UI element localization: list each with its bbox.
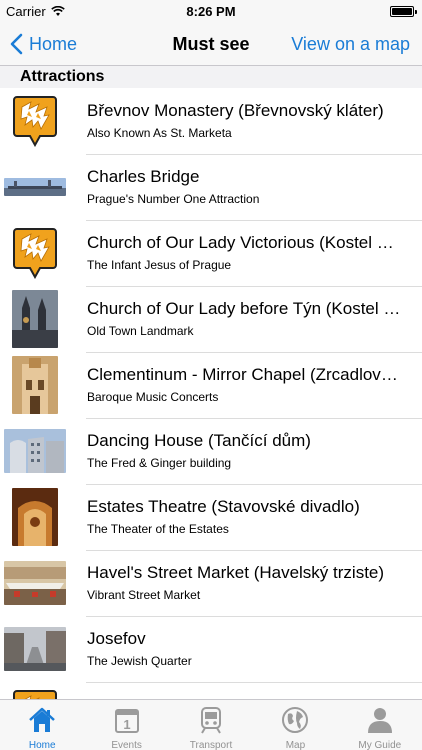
back-label: Home: [29, 33, 78, 54]
tab-my-guide[interactable]: My Guide: [338, 700, 422, 750]
tab-label: Map: [285, 740, 306, 750]
item-title: Havel's Street Market (Havelský trziste): [87, 563, 385, 582]
tab-label: Home: [28, 740, 56, 750]
list-item[interactable]: Dancing House (Tančící dům) The Fred & G…: [0, 418, 422, 485]
item-subtitle: Baroque Music Concerts: [87, 390, 219, 404]
list-item[interactable]: Estates Theatre (Stavovské divadlo) The …: [0, 484, 422, 551]
item-thumbnail: [4, 554, 66, 612]
dancing-house-photo: [4, 429, 66, 473]
josefov-photo: [4, 627, 66, 671]
chevron-left-icon: [10, 33, 23, 55]
guide-logo-icon: [13, 690, 57, 699]
svg-text:1: 1: [123, 717, 130, 732]
home-icon: [27, 705, 57, 738]
item-subtitle: The Theater of the Estates: [87, 522, 229, 536]
item-title: Josefov: [87, 629, 146, 648]
tab-home[interactable]: Home: [0, 700, 84, 750]
tab-transport[interactable]: Transport: [169, 700, 253, 750]
item-thumbnail: [4, 620, 66, 678]
view-on-map-button[interactable]: View on a map: [291, 22, 410, 66]
item-thumbnail: [4, 92, 66, 150]
list-item[interactable]: Church of Our Lady Victorious (Kostel Pa…: [0, 220, 422, 287]
section-header: Attractions: [0, 66, 422, 88]
back-button[interactable]: Home: [10, 22, 77, 66]
item-title: Estates Theatre (Stavovské divadlo): [87, 497, 360, 516]
status-time: 8:26 PM: [186, 4, 236, 19]
item-subtitle: Vibrant Street Market: [87, 588, 201, 602]
item-thumbnail: [4, 158, 66, 216]
globe-icon: [280, 705, 310, 738]
item-subtitle: Old Town Landmark: [87, 324, 194, 338]
item-thumbnail: [4, 488, 66, 546]
item-thumbnail: [4, 686, 66, 699]
train-icon: [196, 705, 226, 738]
item-subtitle: The Infant Jesus of Prague: [87, 258, 232, 272]
battery-icon: [390, 6, 417, 17]
item-title: Church of Our Lady before Týn (Kostel Ma…: [87, 299, 405, 318]
item-title: Charles Bridge: [87, 167, 200, 186]
tab-map[interactable]: Map: [253, 700, 337, 750]
havel-market-photo: [4, 561, 66, 605]
tab-bar: Home 1 Events Transport Map My Guide: [0, 699, 422, 750]
person-icon: [365, 705, 395, 738]
list-item[interactable]: Josefov The Jewish Quarter: [0, 616, 422, 683]
item-title: Dancing House (Tančící dům): [87, 431, 311, 450]
list-item[interactable]: [0, 682, 422, 699]
item-thumbnail: [4, 290, 66, 348]
list-item[interactable]: Charles Bridge Prague's Number One Attra…: [0, 154, 422, 221]
guide-logo-icon: [13, 96, 57, 147]
charles-bridge-photo: [4, 178, 66, 196]
tab-label: My Guide: [358, 740, 402, 750]
item-subtitle: The Fred & Ginger building: [87, 456, 232, 470]
tab-label: Transport: [189, 740, 233, 750]
tab-events[interactable]: 1 Events: [84, 700, 168, 750]
attractions-list[interactable]: Břevnov Monastery (Břevnovský kláter) Al…: [0, 88, 422, 699]
clementinum-photo: [12, 356, 58, 414]
item-thumbnail: [4, 224, 66, 282]
estates-theatre-photo: [12, 488, 58, 546]
item-subtitle: Prague's Number One Attraction: [87, 192, 260, 206]
calendar-icon: 1: [112, 705, 142, 738]
guide-logo-icon: [13, 228, 57, 279]
item-thumbnail: [4, 422, 66, 480]
list-item[interactable]: Clementinum - Mirror Chapel (Zrcadlová k…: [0, 352, 422, 419]
item-thumbnail: [4, 356, 66, 414]
item-subtitle: The Jewish Quarter: [87, 654, 192, 668]
status-bar: Carrier 8:26 PM: [0, 0, 422, 22]
list-item[interactable]: Havel's Street Market (Havelský trziste)…: [0, 550, 422, 617]
item-title: Břevnov Monastery (Břevnovský kláter): [87, 101, 384, 120]
list-item[interactable]: Břevnov Monastery (Břevnovský kláter) Al…: [0, 88, 422, 155]
tab-label: Events: [111, 740, 142, 750]
list-item[interactable]: Church of Our Lady before Týn (Kostel Ma…: [0, 286, 422, 353]
item-title: Church of Our Lady Victorious (Kostel Pa…: [87, 233, 405, 252]
navigation-bar: Home Must see View on a map: [0, 22, 422, 66]
item-subtitle: Also Known As St. Marketa: [87, 126, 232, 140]
tyn-church-photo: [12, 290, 58, 348]
item-title: Clementinum - Mirror Chapel (Zrcadlová k…: [87, 365, 405, 384]
